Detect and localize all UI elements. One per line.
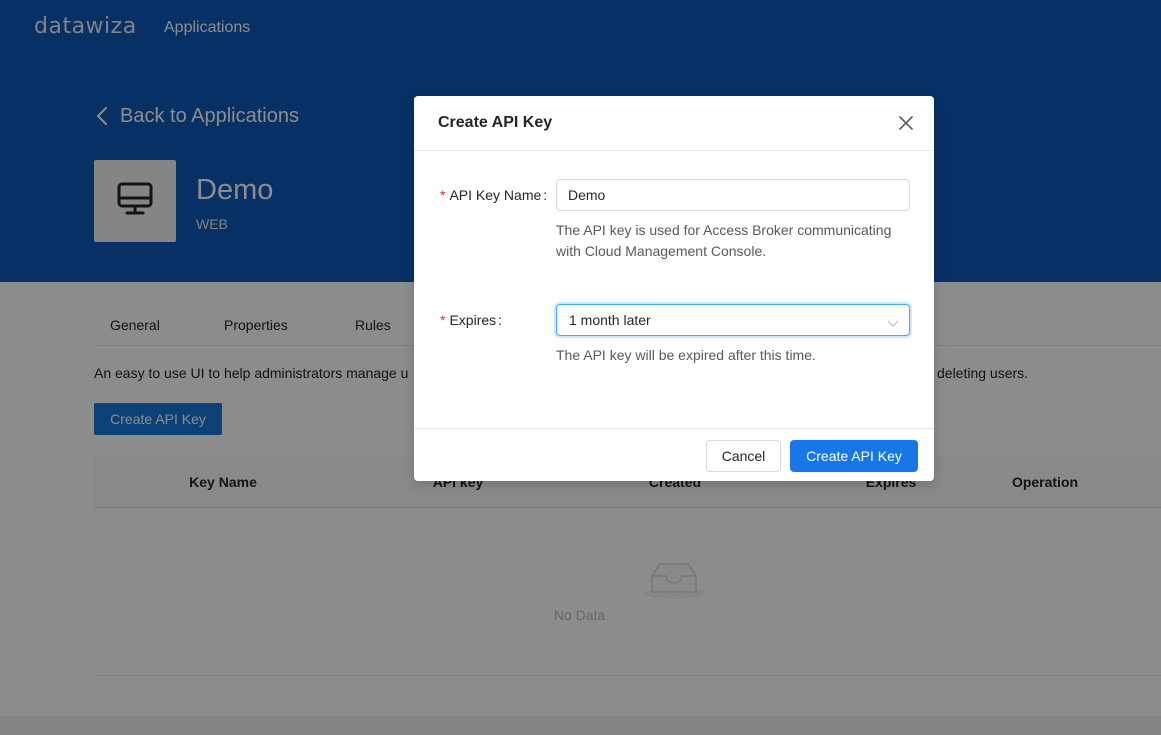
api-key-name-help: The API key is used for Access Broker co… xyxy=(556,222,892,259)
expires-label-text: Expires xyxy=(449,312,497,328)
api-key-name-label: * API Key Name: xyxy=(440,187,548,203)
required-marker: * xyxy=(440,187,446,203)
create-api-key-dialog: Create API Key *API Key Name: The API ke… xyxy=(414,96,934,481)
required-marker: * xyxy=(440,312,446,328)
close-icon[interactable] xyxy=(894,111,918,135)
chevron-down-icon xyxy=(887,315,899,333)
api-key-name-label-text: API Key Name xyxy=(449,187,542,203)
expires-select[interactable]: 1 month later xyxy=(556,304,910,336)
dialog-header: Create API Key xyxy=(414,96,934,151)
expires-label: * Expires: xyxy=(440,312,503,328)
api-key-name-input[interactable] xyxy=(556,179,910,211)
cancel-button[interactable]: Cancel xyxy=(706,440,781,472)
confirm-create-api-key-button[interactable]: Create API Key xyxy=(790,440,918,472)
dialog-title: Create API Key xyxy=(438,114,553,131)
dialog-footer: Cancel Create API Key xyxy=(414,428,934,481)
expires-help: The API key will be expired after this t… xyxy=(556,347,816,363)
expires-selected-value: 1 month later xyxy=(569,312,651,328)
